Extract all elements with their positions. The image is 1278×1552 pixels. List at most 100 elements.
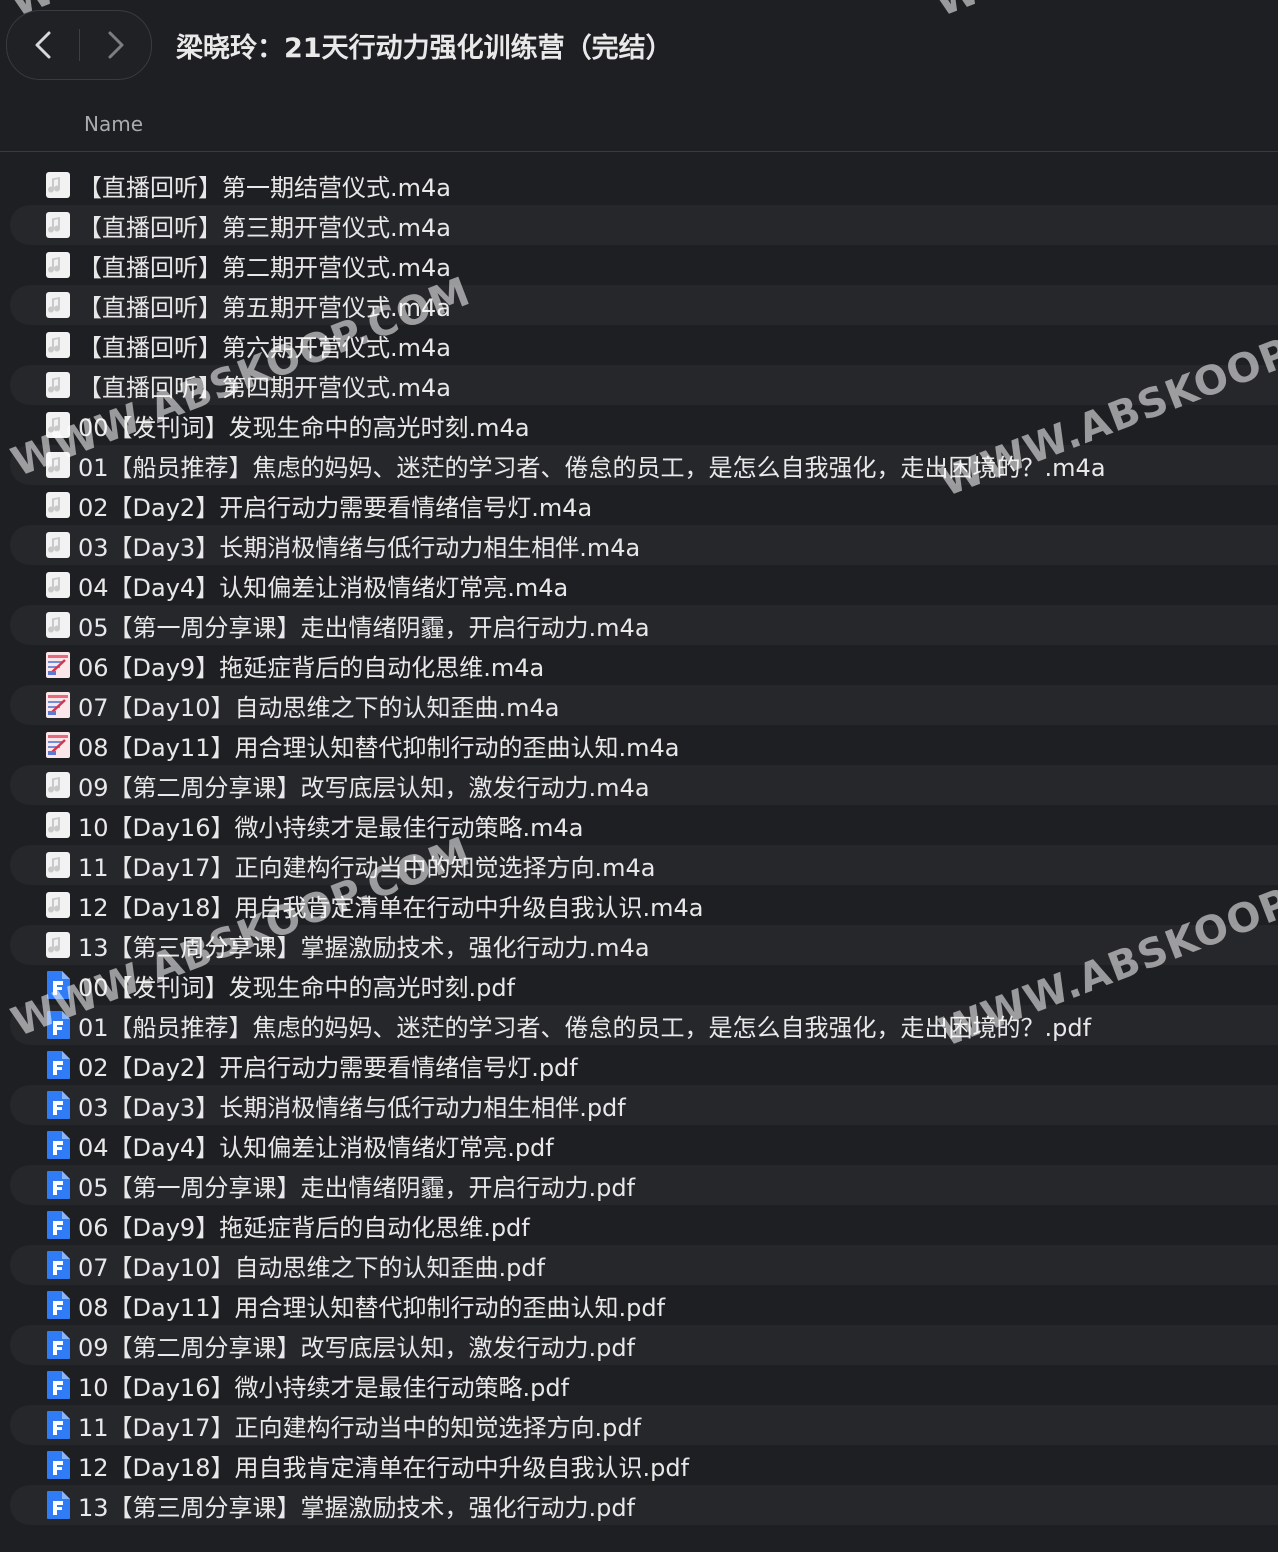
file-name: 00【发刊词】发现生命中的高光时刻.pdf — [78, 973, 516, 1002]
file-name: 02【Day2】开启行动力需要看情绪信号灯.m4a — [78, 493, 593, 522]
audio-file-icon — [44, 450, 72, 480]
file-name: 09【第二周分享课】改写底层认知，激发行动力.pdf — [78, 1333, 636, 1362]
file-row[interactable]: 06【Day9】拖延症背后的自动化思维.m4a — [10, 645, 1278, 685]
file-row[interactable]: 06【Day9】拖延症背后的自动化思维.pdf — [10, 1205, 1278, 1245]
pdf-file-icon — [44, 1290, 72, 1320]
file-row[interactable]: 03【Day3】长期消极情绪与低行动力相生相伴.m4a — [10, 525, 1278, 565]
file-name: 04【Day4】认知偏差让消极情绪灯常亮.pdf — [78, 1133, 554, 1162]
file-name: 05【第一周分享课】走出情绪阴霾，开启行动力.pdf — [78, 1173, 636, 1202]
file-row[interactable]: 01【船员推荐】焦虑的妈妈、迷茫的学习者、倦怠的员工，是怎么自我强化，走出困境的… — [10, 1005, 1278, 1045]
audio-file-icon — [44, 570, 72, 600]
file-row[interactable]: 11【Day17】正向建构行动当中的知觉选择方向.pdf — [10, 1405, 1278, 1445]
pdf-file-icon — [44, 1250, 72, 1280]
pdf-file-icon — [44, 1130, 72, 1160]
file-row[interactable]: 【直播回听】第六期开营仪式.m4a — [10, 325, 1278, 365]
image-thumbnail-icon — [44, 730, 72, 760]
file-row[interactable]: 10【Day16】微小持续才是最佳行动策略.pdf — [10, 1365, 1278, 1405]
file-name: 06【Day9】拖延症背后的自动化思维.pdf — [78, 1213, 530, 1242]
pdf-file-icon — [44, 1010, 72, 1040]
window-title: 梁晓玲：21天行动力强化训练营（完结） — [176, 33, 673, 64]
file-row[interactable]: 12【Day18】用自我肯定清单在行动中升级自我认识.pdf — [10, 1445, 1278, 1485]
file-name: 04【Day4】认知偏差让消极情绪灯常亮.m4a — [78, 573, 569, 602]
file-row[interactable]: 05【第一周分享课】走出情绪阴霾，开启行动力.m4a — [10, 605, 1278, 645]
audio-file-icon — [44, 370, 72, 400]
file-name: 【直播回听】第六期开营仪式.m4a — [78, 333, 451, 362]
audio-file-icon — [44, 810, 72, 840]
file-row[interactable]: 08【Day11】用合理认知替代抑制行动的歪曲认知.pdf — [10, 1285, 1278, 1325]
audio-file-icon — [44, 610, 72, 640]
pdf-file-icon — [44, 1370, 72, 1400]
file-name: 10【Day16】微小持续才是最佳行动策略.pdf — [78, 1373, 570, 1402]
audio-file-icon — [44, 290, 72, 320]
name-column-header[interactable]: Name — [84, 112, 143, 136]
file-row[interactable]: 【直播回听】第三期开营仪式.m4a — [10, 205, 1278, 245]
file-row[interactable]: 09【第二周分享课】改写底层认知，激发行动力.m4a — [10, 765, 1278, 805]
pdf-file-icon — [44, 1450, 72, 1480]
forward-button[interactable] — [80, 11, 152, 79]
file-name: 【直播回听】第五期开营仪式.m4a — [78, 293, 451, 322]
file-row[interactable]: 02【Day2】开启行动力需要看情绪信号灯.m4a — [10, 485, 1278, 525]
file-row[interactable]: 04【Day4】认知偏差让消极情绪灯常亮.m4a — [10, 565, 1278, 605]
file-name: 12【Day18】用自我肯定清单在行动中升级自我认识.pdf — [78, 1453, 690, 1482]
file-row[interactable]: 01【船员推荐】焦虑的妈妈、迷茫的学习者、倦怠的员工，是怎么自我强化，走出困境的… — [10, 445, 1278, 485]
file-name: 13【第三周分享课】掌握激励技术，强化行动力.m4a — [78, 933, 650, 962]
file-row[interactable]: 13【第三周分享课】掌握激励技术，强化行动力.pdf — [10, 1485, 1278, 1525]
file-row[interactable]: 13【第三周分享课】掌握激励技术，强化行动力.m4a — [10, 925, 1278, 965]
file-name: 10【Day16】微小持续才是最佳行动策略.m4a — [78, 813, 584, 842]
file-name: 【直播回听】第二期开营仪式.m4a — [78, 253, 451, 282]
file-row[interactable]: 07【Day10】自动思维之下的认知歪曲.pdf — [10, 1245, 1278, 1285]
file-name: 12【Day18】用自我肯定清单在行动中升级自我认识.m4a — [78, 893, 704, 922]
file-row[interactable]: 02【Day2】开启行动力需要看情绪信号灯.pdf — [10, 1045, 1278, 1085]
back-button[interactable] — [7, 11, 79, 79]
file-name: 08【Day11】用合理认知替代抑制行动的歪曲认知.m4a — [78, 733, 680, 762]
file-row[interactable]: 08【Day11】用合理认知替代抑制行动的歪曲认知.m4a — [10, 725, 1278, 765]
audio-file-icon — [44, 250, 72, 280]
pdf-file-icon — [44, 1090, 72, 1120]
file-name: 01【船员推荐】焦虑的妈妈、迷茫的学习者、倦怠的员工，是怎么自我强化，走出困境的… — [78, 1013, 1092, 1042]
pdf-file-icon — [44, 970, 72, 1000]
pdf-file-icon — [44, 1170, 72, 1200]
file-row[interactable]: 10【Day16】微小持续才是最佳行动策略.m4a — [10, 805, 1278, 845]
file-row[interactable]: 07【Day10】自动思维之下的认知歪曲.m4a — [10, 685, 1278, 725]
file-row[interactable]: 【直播回听】第五期开营仪式.m4a — [10, 285, 1278, 325]
audio-file-icon — [44, 170, 72, 200]
pdf-file-icon — [44, 1050, 72, 1080]
audio-file-icon — [44, 890, 72, 920]
audio-file-icon — [44, 930, 72, 960]
file-row[interactable]: 11【Day17】正向建构行动当中的知觉选择方向.m4a — [10, 845, 1278, 885]
image-thumbnail-icon — [44, 690, 72, 720]
file-row[interactable]: 12【Day18】用自我肯定清单在行动中升级自我认识.m4a — [10, 885, 1278, 925]
file-row[interactable]: 00【发刊词】发现生命中的高光时刻.m4a — [10, 405, 1278, 445]
audio-file-icon — [44, 490, 72, 520]
file-row[interactable]: 00【发刊词】发现生命中的高光时刻.pdf — [10, 965, 1278, 1005]
pdf-file-icon — [44, 1410, 72, 1440]
file-name: 02【Day2】开启行动力需要看情绪信号灯.pdf — [78, 1053, 578, 1082]
file-name: 03【Day3】长期消极情绪与低行动力相生相伴.pdf — [78, 1093, 626, 1122]
file-name: 【直播回听】第三期开营仪式.m4a — [78, 213, 451, 242]
audio-file-icon — [44, 410, 72, 440]
audio-file-icon — [44, 770, 72, 800]
audio-file-icon — [44, 330, 72, 360]
file-name: 08【Day11】用合理认知替代抑制行动的歪曲认知.pdf — [78, 1293, 666, 1322]
file-row[interactable]: 05【第一周分享课】走出情绪阴霾，开启行动力.pdf — [10, 1165, 1278, 1205]
audio-file-icon — [44, 850, 72, 880]
chevron-right-icon — [108, 31, 124, 59]
file-row[interactable]: 【直播回听】第二期开营仪式.m4a — [10, 245, 1278, 285]
file-name: 06【Day9】拖延症背后的自动化思维.m4a — [78, 653, 545, 682]
file-row[interactable]: 【直播回听】第四期开营仪式.m4a — [10, 365, 1278, 405]
file-name: 11【Day17】正向建构行动当中的知觉选择方向.pdf — [78, 1413, 642, 1442]
navigation-buttons — [6, 10, 152, 80]
file-name: 13【第三周分享课】掌握激励技术，强化行动力.pdf — [78, 1493, 636, 1522]
file-row[interactable]: 03【Day3】长期消极情绪与低行动力相生相伴.pdf — [10, 1085, 1278, 1125]
file-row[interactable]: 04【Day4】认知偏差让消极情绪灯常亮.pdf — [10, 1125, 1278, 1165]
pdf-file-icon — [44, 1490, 72, 1520]
file-name: 05【第一周分享课】走出情绪阴霾，开启行动力.m4a — [78, 613, 650, 642]
file-name: 03【Day3】长期消极情绪与低行动力相生相伴.m4a — [78, 533, 641, 562]
file-row[interactable]: 09【第二周分享课】改写底层认知，激发行动力.pdf — [10, 1325, 1278, 1365]
file-name: 【直播回听】第一期结营仪式.m4a — [78, 173, 451, 202]
file-name: 11【Day17】正向建构行动当中的知觉选择方向.m4a — [78, 853, 656, 882]
file-name: 00【发刊词】发现生命中的高光时刻.m4a — [78, 413, 530, 442]
file-name: 07【Day10】自动思维之下的认知歪曲.pdf — [78, 1253, 546, 1282]
file-name: 09【第二周分享课】改写底层认知，激发行动力.m4a — [78, 773, 650, 802]
file-row[interactable]: 【直播回听】第一期结营仪式.m4a — [10, 165, 1278, 205]
